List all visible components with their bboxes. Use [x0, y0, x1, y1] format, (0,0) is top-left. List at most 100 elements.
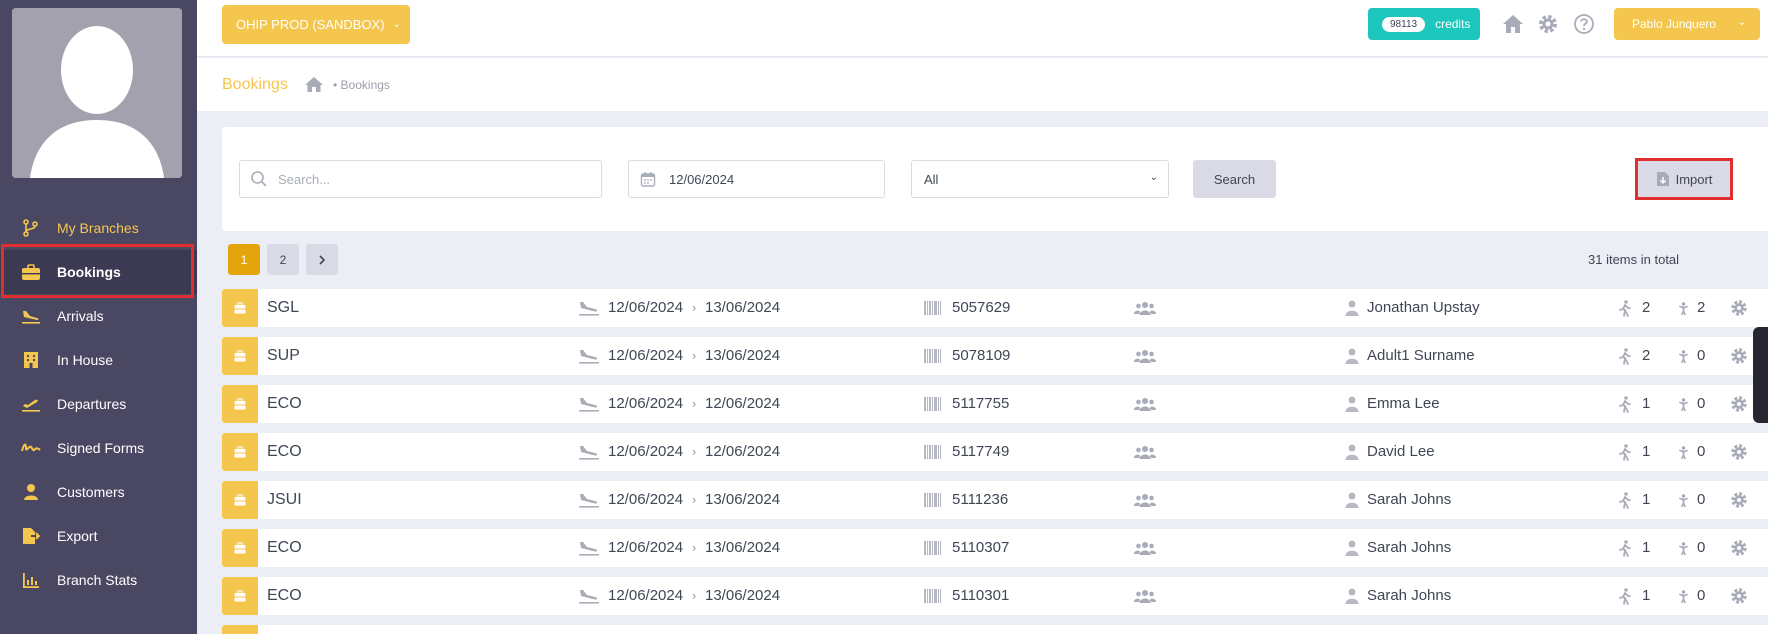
- booking-tab: [222, 529, 258, 567]
- room-type: ECO: [267, 539, 302, 556]
- row-settings-gear-icon[interactable]: [1730, 539, 1748, 557]
- guest-name: Emma Lee: [1367, 395, 1440, 412]
- briefcase-icon: [234, 494, 246, 506]
- adult-walking-icon: [1619, 348, 1631, 365]
- sidebar-item-departures[interactable]: Departures: [0, 382, 197, 426]
- sidebar-item-signed-forms[interactable]: Signed Forms: [0, 426, 197, 470]
- date-arrow-icon: ›: [692, 396, 697, 411]
- room-type: ECO: [267, 395, 302, 412]
- arrival-date: 12/06/2024: [608, 491, 684, 508]
- user-icon: [1345, 492, 1359, 508]
- home-icon[interactable]: [1502, 13, 1524, 35]
- help-icon[interactable]: [1573, 13, 1595, 35]
- credits-badge[interactable]: 98113 credits: [1368, 8, 1480, 40]
- chevron-down-icon: ⌄: [392, 19, 401, 30]
- booking-tab: [222, 433, 258, 471]
- group-icon[interactable]: [1134, 445, 1156, 459]
- settings-gear-icon[interactable]: [1537, 13, 1559, 35]
- children-count: 0: [1697, 587, 1706, 604]
- group-icon[interactable]: [1134, 589, 1156, 603]
- date-field[interactable]: [628, 160, 885, 198]
- booking-row[interactable]: JSUI 12/06/2024 › 13/06/2024 5111236 Sar…: [222, 481, 1768, 519]
- sidebar-item-export[interactable]: Export: [0, 514, 197, 558]
- booking-row[interactable]: SUP 12/06/2024 › 13/06/2024 5078109 Adul…: [222, 337, 1768, 375]
- row-settings-gear-icon[interactable]: [1730, 491, 1748, 509]
- search-icon: [251, 171, 267, 187]
- booking-row[interactable]: ECO 12/06/2024 › 12/06/2024 5117755 Emma…: [222, 385, 1768, 423]
- date-arrow-icon: ›: [692, 588, 697, 603]
- booking-row[interactable]: ECO 12/06/2024 › 12/06/2024 5117749 Davi…: [222, 433, 1768, 471]
- arrival-date: 12/06/2024: [608, 299, 684, 316]
- arrival-date: 12/06/2024: [608, 395, 684, 412]
- booking-reference: 5110301: [952, 587, 1010, 604]
- sidebar-item-label: Arrivals: [57, 308, 104, 324]
- booking-row[interactable]: ECO 12/06/2024 › 13/06/2024 5110301 Sara…: [222, 577, 1768, 615]
- sidebar-item-label: Export: [57, 528, 98, 544]
- group-icon[interactable]: [1134, 541, 1156, 555]
- booking-row[interactable]: ECO 12/06/2024 › 13/06/2024 5110307 Sara…: [222, 529, 1768, 567]
- signature-icon: [21, 443, 41, 452]
- row-settings-gear-icon[interactable]: [1730, 299, 1748, 317]
- sidebar-item-customers[interactable]: Customers: [0, 470, 197, 514]
- adults-count: 1: [1642, 539, 1651, 556]
- home-icon[interactable]: [304, 76, 324, 93]
- group-icon[interactable]: [1134, 301, 1156, 315]
- sidebar-item-branch-stats[interactable]: Branch Stats: [0, 558, 197, 602]
- departure-date: 12/06/2024: [705, 443, 781, 460]
- room-type: SGL: [267, 299, 300, 316]
- active-item-highlight: [1, 244, 194, 298]
- building-icon: [24, 352, 38, 368]
- pagination-page-2[interactable]: 2: [267, 244, 299, 275]
- pagination-next-button[interactable]: [306, 244, 338, 275]
- environment-dropdown[interactable]: OHIP PROD (SANDBOX) ⌄: [222, 5, 410, 44]
- search-button[interactable]: Search: [1193, 160, 1276, 198]
- children-count: 0: [1697, 395, 1706, 412]
- group-icon[interactable]: [1134, 493, 1156, 507]
- chevron-right-icon: [319, 254, 326, 265]
- child-icon: [1679, 542, 1688, 555]
- breadcrumb-current-label: Bookings: [340, 78, 390, 92]
- group-icon[interactable]: [1134, 349, 1156, 363]
- row-settings-gear-icon[interactable]: [1730, 443, 1748, 461]
- row-settings-gear-icon[interactable]: [1730, 347, 1748, 365]
- child-icon: [1679, 350, 1688, 363]
- sidebar-item-arrivals[interactable]: Arrivals: [0, 294, 197, 338]
- pagination-page-1[interactable]: 1: [228, 244, 260, 275]
- booking-reference: 5110307: [952, 539, 1010, 556]
- search-input[interactable]: [278, 161, 588, 197]
- search-field[interactable]: [239, 160, 602, 198]
- import-button-label: Import: [1675, 171, 1713, 187]
- sidebar-item-label: Signed Forms: [57, 440, 145, 456]
- plane-landing-icon: [579, 446, 599, 460]
- row-settings-gear-icon[interactable]: [1730, 587, 1748, 605]
- children-count: 0: [1697, 347, 1706, 364]
- barcode-icon: [924, 541, 941, 555]
- status-select[interactable]: All ⌄: [911, 160, 1169, 198]
- booking-row-partial[interactable]: [222, 625, 1768, 634]
- sidebar-item-label: Branch Stats: [57, 572, 138, 588]
- calendar-icon: [640, 172, 656, 187]
- avatar[interactable]: [12, 8, 182, 178]
- guest-name: David Lee: [1367, 443, 1435, 460]
- adult-walking-icon: [1619, 300, 1631, 317]
- date-input[interactable]: [669, 161, 869, 197]
- adults-count: 1: [1642, 491, 1651, 508]
- user-menu-dropdown[interactable]: Pablo Junquero ⌄: [1614, 8, 1760, 40]
- booking-reference: 5057629: [952, 299, 1011, 316]
- booking-row[interactable]: SGL 12/06/2024 › 13/06/2024 5057629 Jona…: [222, 289, 1768, 327]
- row-settings-gear-icon[interactable]: [1730, 395, 1748, 413]
- briefcase-icon: [234, 350, 246, 362]
- sidebar-item-in-house[interactable]: In House: [0, 338, 197, 382]
- guest-name: Sarah Johns: [1367, 539, 1452, 556]
- filter-panel: All ⌄ Search Import: [222, 127, 1768, 231]
- booking-tab: [222, 289, 258, 327]
- feedback-tab[interactable]: [1753, 327, 1768, 423]
- import-button[interactable]: Import: [1635, 158, 1733, 200]
- departure-date: 13/06/2024: [705, 299, 781, 316]
- file-export-icon: [23, 528, 41, 544]
- briefcase-icon: [234, 302, 246, 314]
- user-icon: [1345, 588, 1359, 604]
- booking-tab: [222, 385, 258, 423]
- user-name: Pablo Junquero: [1632, 17, 1717, 31]
- group-icon[interactable]: [1134, 397, 1156, 411]
